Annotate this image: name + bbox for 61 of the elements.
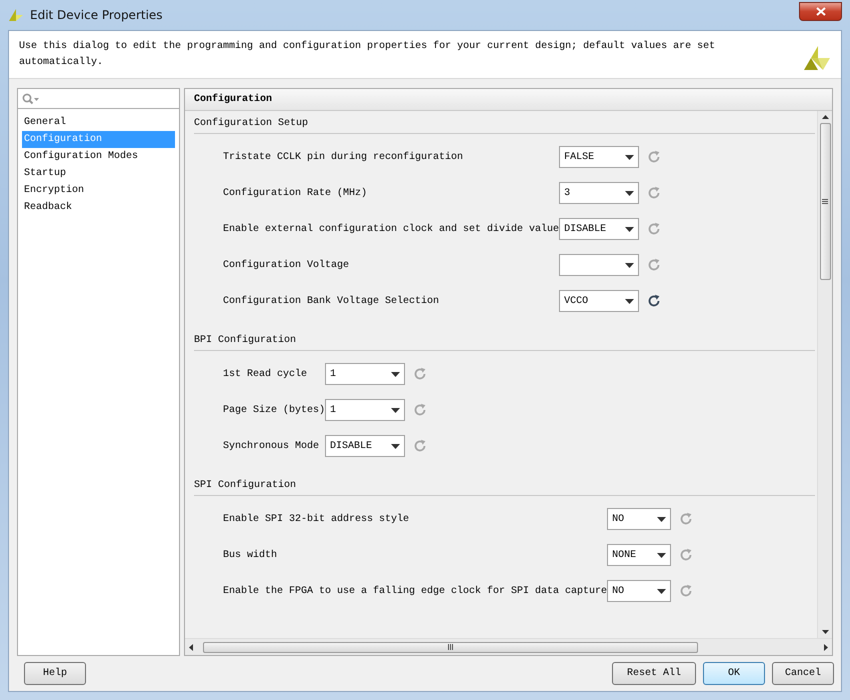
dropdown-caret-icon (391, 372, 400, 376)
value-dropdown[interactable] (559, 254, 640, 276)
grip-icon (822, 199, 828, 204)
category-item[interactable]: Encryption (22, 182, 175, 199)
value-dropdown[interactable]: DISABLE (325, 435, 406, 457)
category-item[interactable]: Configuration Modes (22, 148, 175, 165)
value-dropdown[interactable]: 1 (325, 363, 406, 385)
dialog-description: Use this dialog to edit the programming and configuration properties for your current design; default values are set automatically. (19, 40, 716, 70)
dropdown-caret-icon (625, 262, 634, 268)
property-label: Enable external configuration clock and set divide value (223, 224, 560, 234)
search-icon (22, 92, 39, 104)
value-dropdown[interactable]: NO (607, 508, 672, 530)
dropdown-caret-icon (625, 298, 634, 304)
property-label: Synchronous Mode (223, 440, 320, 452)
property-label: Tristate CCLK pin during reconfiguration (223, 152, 464, 162)
app-logo-icon (8, 7, 24, 23)
property-label: Bus width (223, 550, 278, 560)
dropdown-caret-icon (391, 408, 400, 412)
scroll-down-icon[interactable] (822, 630, 828, 634)
dropdown-caret-icon (625, 226, 634, 232)
category-item[interactable]: Readback (22, 199, 175, 216)
section-title: SPI Configuration (194, 479, 296, 493)
dropdown-caret-icon (657, 588, 666, 594)
value-dropdown[interactable]: NONE (607, 544, 672, 566)
category-item[interactable]: General (22, 114, 175, 131)
value-dropdown[interactable]: 1 (325, 399, 406, 421)
dropdown-caret-icon (625, 190, 634, 196)
reset-icon[interactable] (647, 294, 662, 308)
scroll-left-icon[interactable] (189, 644, 193, 650)
close-button[interactable] (799, 2, 842, 20)
property-label: Configuration Bank Voltage Selection (223, 296, 440, 306)
dropdown-caret-icon (391, 444, 400, 448)
property-label: Enable the FPGA to use a falling edge clock for SPI data capture (223, 586, 608, 596)
category-item[interactable]: Startup (22, 165, 175, 182)
property-label: Enable SPI 32-bit address style (223, 514, 410, 524)
property-label: Page Size (bytes) (223, 404, 326, 416)
close-icon (816, 6, 826, 16)
dropdown-caret-icon (657, 516, 666, 522)
property-label: 1st Read cycle (223, 368, 308, 380)
grip-icon (448, 644, 453, 650)
horizontal-scrollbar[interactable] (185, 638, 832, 655)
scroll-up-icon[interactable] (822, 115, 828, 119)
scroll-right-icon[interactable] (824, 644, 828, 650)
panel-title: Configuration (194, 94, 272, 105)
section-title: Configuration Setup (194, 117, 308, 131)
property-label: Configuration Voltage (223, 260, 350, 270)
dialog-button[interactable]: Help (24, 662, 86, 685)
property-label: Configuration Rate (MHz) (223, 188, 368, 198)
dialog-button[interactable]: Reset All (612, 662, 696, 685)
section-title: BPI Configuration (194, 334, 296, 348)
dialog-button[interactable]: OK (703, 662, 765, 685)
value-dropdown[interactable]: 3 (559, 182, 640, 204)
dropdown-caret-icon (657, 552, 666, 558)
vertical-scrollbar[interactable] (817, 111, 832, 638)
value-dropdown[interactable]: FALSE (559, 146, 640, 168)
dropdown-caret-icon (625, 154, 634, 160)
window-title: Edit Device Properties (30, 8, 163, 22)
value-dropdown[interactable]: VCCO (559, 290, 640, 312)
dialog-button[interactable]: Cancel (772, 662, 834, 685)
value-dropdown[interactable]: NO (607, 580, 672, 602)
value-dropdown[interactable]: DISABLE (559, 218, 640, 240)
